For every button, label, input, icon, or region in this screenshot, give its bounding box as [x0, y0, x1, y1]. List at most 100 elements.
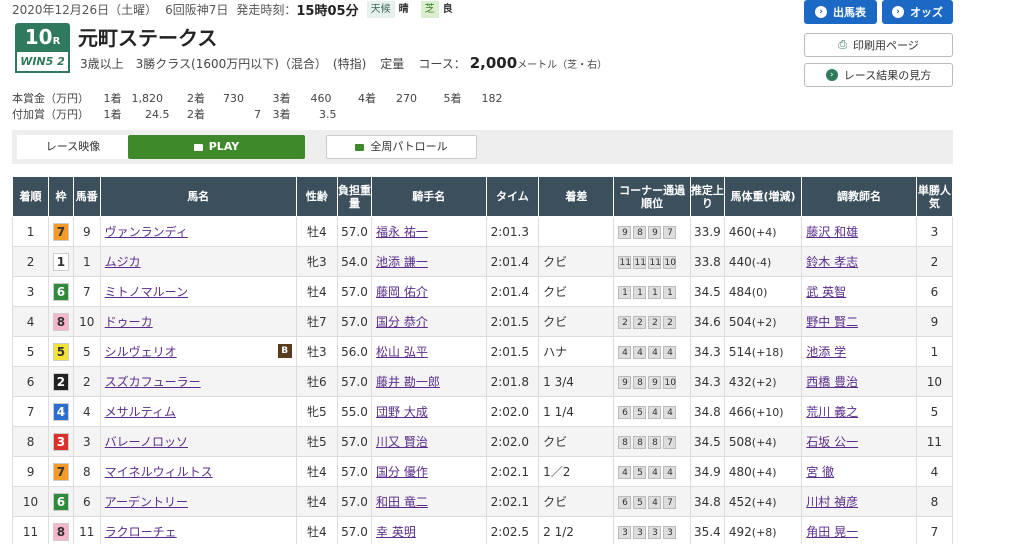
rank-cell: 2 — [11, 246, 50, 277]
jockey-link[interactable]: 藤井 勘一郎 — [371, 366, 487, 397]
sex-age-cell: 牡4 — [295, 486, 338, 517]
body-weight-diff: (+18) — [751, 345, 784, 359]
header-trainer: 調教師名 — [801, 176, 917, 217]
horse-number-cell: 5 — [72, 336, 101, 367]
trainer-link[interactable]: 藤沢 和雄 — [801, 216, 917, 247]
rank-cell: 1 — [11, 216, 50, 247]
trainer-link[interactable]: 野中 賢二 — [801, 306, 917, 337]
time-cell: 2:01.4 — [485, 276, 540, 307]
header-horse-name: 馬名 — [99, 176, 297, 217]
rank-cell: 5 — [11, 336, 50, 367]
post-time: 15時05分 — [296, 3, 359, 19]
margin-cell: クビ — [538, 426, 615, 457]
corner-position: 5 — [633, 406, 647, 419]
corner-position: 4 — [648, 406, 662, 419]
rank-cell: 3 — [11, 276, 50, 307]
jockey-link[interactable]: 松山 弘平 — [371, 336, 487, 367]
horse-number-cell: 6 — [72, 486, 101, 517]
distance: 2,000 — [469, 54, 518, 72]
table-row: 1 7 9 ヴァンランディ 牡4 57.0 福永 祐一 2:01.3 9 8 9 7 33.9 460(+… — [11, 216, 954, 247]
jockey-link[interactable]: 国分 恭介 — [371, 306, 487, 337]
trainer-link[interactable]: 鈴木 孝志 — [801, 246, 917, 277]
corner-position: 4 — [618, 466, 632, 479]
corner-position: 7 — [663, 436, 677, 449]
horse-name-link[interactable]: ヴァンランディ — [99, 216, 297, 247]
popularity-cell: 11 — [915, 426, 954, 457]
horse-name-link[interactable]: スズカフューラー — [99, 366, 297, 397]
horse-name-link[interactable]: シルヴェリオ B — [99, 336, 297, 367]
margin-cell: 1 3/4 — [538, 366, 615, 397]
horse-name-link[interactable]: ミトノマルーン — [99, 276, 297, 307]
time-cell: 2:02.1 — [485, 486, 540, 517]
corner-positions-cell: 2222 — [613, 306, 691, 337]
table-row: 3 6 7 ミトノマルーン 牡4 57.0 藤岡 佑介 2:01.4 クビ 1 1 1 1 34.5 484… — [11, 276, 954, 307]
corner-positions-cell: 6544 — [613, 396, 691, 427]
jockey-link[interactable]: 和田 竜二 — [371, 486, 487, 517]
popularity-cell: 8 — [915, 486, 954, 517]
popularity-cell: 1 — [915, 336, 954, 367]
horse-name-link[interactable]: メサルティム — [99, 396, 297, 427]
horse-name-link[interactable]: ドゥーカ — [99, 306, 297, 337]
time-cell: 2:01.3 — [485, 216, 540, 247]
chevron-right-icon: › — [892, 6, 904, 18]
margin-cell: クビ — [538, 486, 615, 517]
corner-position: 1 — [663, 286, 677, 299]
jockey-link[interactable]: 団野 大成 — [371, 396, 487, 427]
jockey-link[interactable]: 福永 祐一 — [371, 216, 487, 247]
time-cell: 2:02.5 — [485, 516, 540, 544]
play-video-button[interactable]: PLAY — [128, 135, 305, 159]
rank-cell: 9 — [11, 456, 50, 487]
popularity-cell: 2 — [915, 246, 954, 277]
horse-name-link[interactable]: アーデントリー — [99, 486, 297, 517]
sex-age-cell: 牡4 — [295, 276, 338, 307]
trainer-link[interactable]: 荒川 義之 — [801, 396, 917, 427]
trainer-link[interactable]: 武 英智 — [801, 276, 917, 307]
jockey-link[interactable]: 藤岡 佑介 — [371, 276, 487, 307]
body-weight-cell: 460(+4) — [723, 216, 803, 247]
results-guide-button[interactable]: › レース結果の見方 — [804, 63, 953, 87]
corner-position: 9 — [618, 226, 632, 239]
horse-name-link[interactable]: ラクローチェ — [99, 516, 297, 544]
odds-button[interactable]: › オッズ — [882, 0, 953, 24]
entries-button[interactable]: › 出馬表 — [804, 0, 877, 24]
popularity-cell: 5 — [915, 396, 954, 427]
horse-name-link[interactable]: ムジカ — [99, 246, 297, 277]
video-camera-icon — [193, 143, 203, 151]
body-weight-cell: 480(+4) — [723, 456, 803, 487]
trainer-link[interactable]: 石坂 公一 — [801, 426, 917, 457]
corner-position: 5 — [633, 466, 647, 479]
blinker-badge: B — [277, 344, 292, 358]
print-page-button[interactable]: ⎙ 印刷用ページ — [804, 33, 953, 57]
horse-number-cell: 1 — [72, 246, 101, 277]
corner-positions-cell: 9897 — [613, 216, 691, 247]
trainer-link[interactable]: 角田 晃一 — [801, 516, 917, 544]
weight-cell: 57.0 — [336, 306, 373, 337]
jockey-link[interactable]: 池添 謙一 — [371, 246, 487, 277]
trainer-link[interactable]: 西橋 豊治 — [801, 366, 917, 397]
corner-position: 9 — [648, 376, 662, 389]
horse-name-link[interactable]: バレーノロッソ — [99, 426, 297, 457]
horse-number-cell: 11 — [72, 516, 101, 544]
header-weight: 負担重量 — [336, 176, 373, 217]
horse-number-cell: 2 — [72, 366, 101, 397]
waku-badge: 5 — [52, 342, 69, 361]
race-name: 元町ステークス — [78, 26, 218, 50]
margin-cell: 2 1/2 — [538, 516, 615, 544]
trainer-link[interactable]: 川村 禎彦 — [801, 486, 917, 517]
body-weight-cell: 492(+8) — [723, 516, 803, 544]
corner-positions-cell: 6547 — [613, 486, 691, 517]
patrol-video-button[interactable]: 全周パトロール — [326, 135, 477, 159]
margin-cell: クビ — [538, 246, 615, 277]
corner-position: 8 — [633, 376, 647, 389]
jockey-link[interactable]: 川又 賢治 — [371, 426, 487, 457]
sex-age-cell: 牡4 — [295, 216, 338, 247]
main-prize-row: 本賞金（万円） 1着 1,820 2着 730 3着 460 4着 270 5着 182 — [12, 92, 503, 105]
jockey-link[interactable]: 国分 優作 — [371, 456, 487, 487]
trainer-link[interactable]: 宮 徹 — [801, 456, 917, 487]
race-number-badge: 10R WIN5 2 — [15, 23, 70, 75]
trainer-link[interactable]: 池添 学 — [801, 336, 917, 367]
horse-name-link[interactable]: マイネルウィルトス — [99, 456, 297, 487]
body-weight-cell: 440(-4) — [723, 246, 803, 277]
jockey-link[interactable]: 幸 英明 — [371, 516, 487, 544]
chevron-right-icon: › — [815, 6, 827, 18]
